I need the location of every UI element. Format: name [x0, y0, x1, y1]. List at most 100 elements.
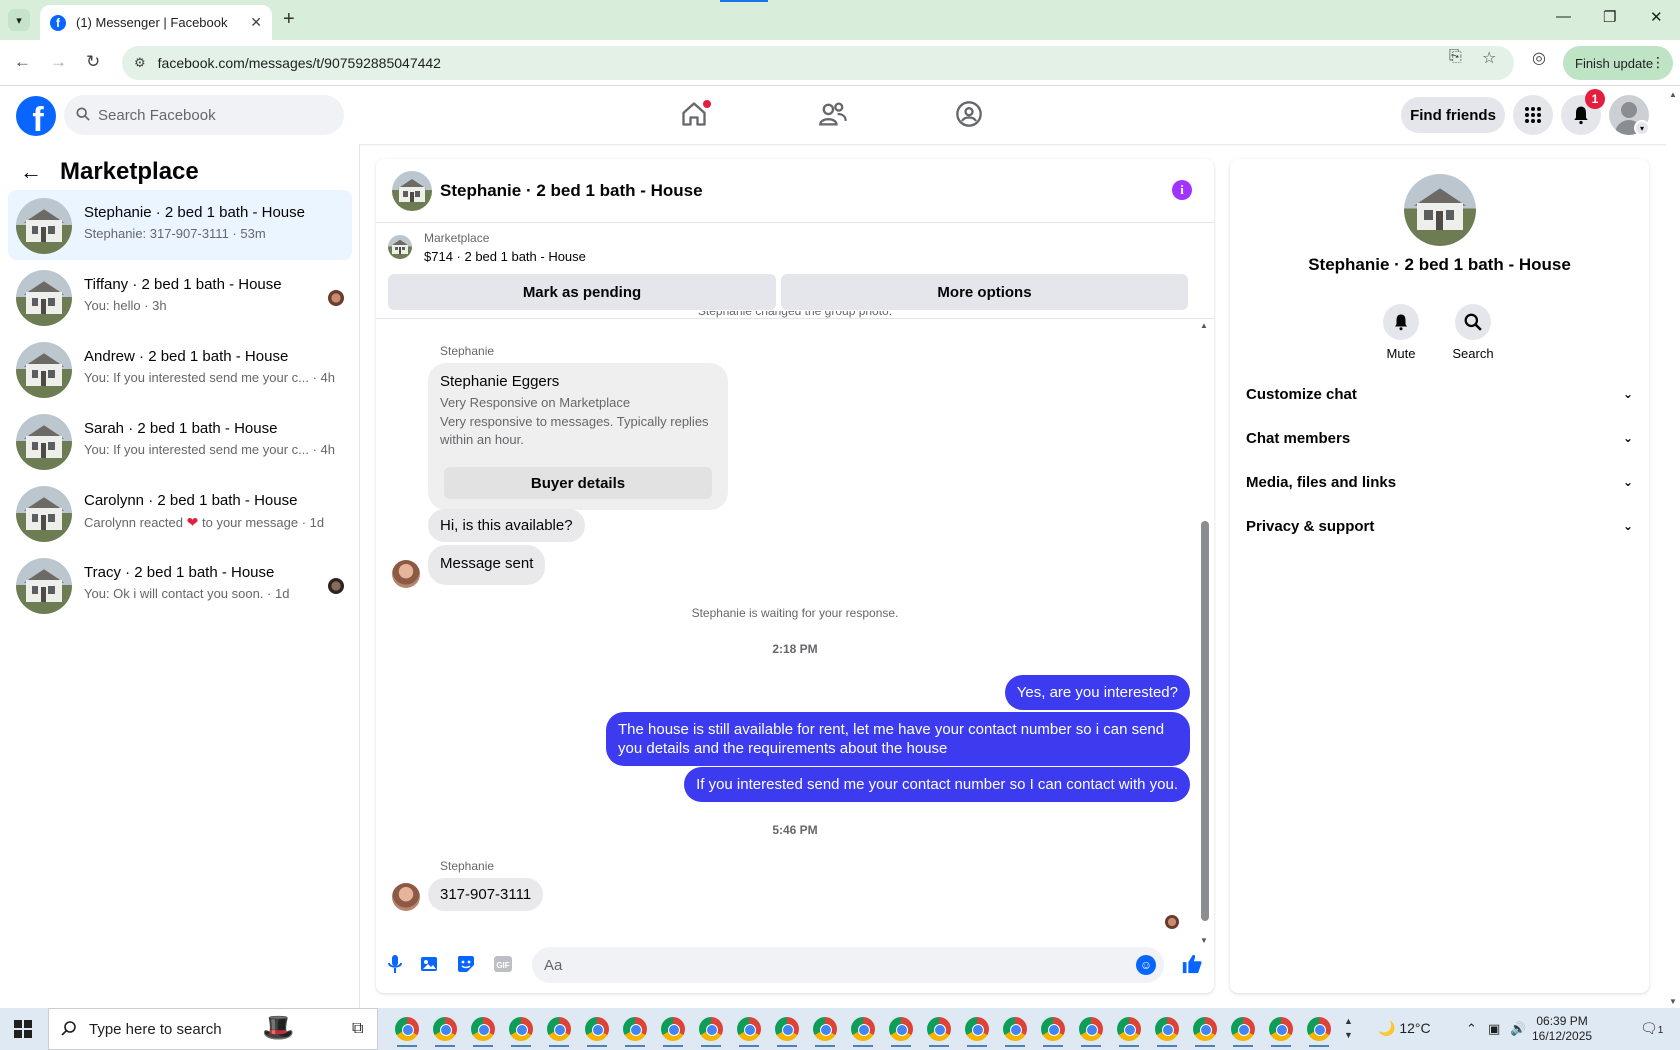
outgoing-message[interactable]: If you interested send me your contact n… [684, 767, 1190, 802]
chrome-taskbar-icon[interactable] [623, 1017, 647, 1047]
groups-icon[interactable] [955, 100, 985, 130]
browser-tab-active[interactable]: f (1) Messenger | Facebook ✕ [40, 5, 272, 40]
finish-update-button[interactable]: Finish update ⋮ [1563, 46, 1673, 80]
microphone-icon[interactable] [384, 953, 406, 975]
sticker-icon[interactable] [455, 953, 477, 975]
conversation-title[interactable]: Stephanie · 2 bed 1 bath - House [440, 181, 703, 201]
volume-icon[interactable]: 🔊 [1510, 1021, 1526, 1037]
chrome-taskbar-icon[interactable] [1117, 1017, 1141, 1047]
chrome-taskbar-icon[interactable] [1269, 1017, 1293, 1047]
info-icon[interactable]: i [1172, 180, 1192, 200]
chrome-taskbar-icon[interactable] [775, 1017, 799, 1047]
emoji-icon[interactable]: ☺ [1136, 955, 1156, 975]
chrome-taskbar-icon[interactable] [395, 1017, 419, 1047]
windows-start-icon[interactable] [14, 1020, 32, 1038]
bookmark-star-icon[interactable]: ☆ [1482, 48, 1496, 68]
search-in-conversation-button[interactable]: Search [1443, 304, 1503, 361]
outgoing-message[interactable]: The house is still available for rent, l… [606, 712, 1190, 766]
menu-grid-button[interactable] [1513, 95, 1553, 135]
media-files-links-row[interactable]: Media, files and links ⌄ [1246, 460, 1633, 504]
chrome-taskbar-icon[interactable] [813, 1017, 837, 1047]
system-clock[interactable]: 06:39 PM 16/12/2025 [1532, 1014, 1592, 1044]
chat-list-item[interactable]: Tiffany · 2 bed 1 bath - House You: hell… [8, 262, 352, 332]
new-tab-button[interactable]: + [283, 8, 295, 31]
find-friends-button[interactable]: Find friends [1401, 97, 1505, 133]
listing-price[interactable]: $714 · 2 bed 1 bath - House [424, 249, 586, 264]
back-arrow-icon[interactable]: ← [20, 159, 42, 185]
scroll-up-icon[interactable]: ▲ [1200, 321, 1208, 330]
chat-list-item[interactable]: Stephanie · 2 bed 1 bath - House Stephan… [8, 190, 352, 260]
chrome-taskbar-icon[interactable] [1307, 1017, 1331, 1047]
outgoing-message[interactable]: Yes, are you interested? [1004, 675, 1190, 710]
chrome-taskbar-icon[interactable] [1079, 1017, 1103, 1047]
tray-overflow-icon[interactable]: ⌃ [1466, 1021, 1477, 1037]
chrome-taskbar-icon[interactable] [965, 1017, 989, 1047]
install-app-icon[interactable]: ⎘ [1449, 48, 1462, 66]
facebook-search-input[interactable] [98, 106, 318, 124]
mark-as-pending-button[interactable]: Mark as pending [388, 274, 776, 310]
chrome-taskbar-icon[interactable] [1231, 1017, 1255, 1047]
chrome-taskbar-icon[interactable] [737, 1017, 761, 1047]
forward-button[interactable]: → [50, 52, 67, 72]
tab-search-button[interactable]: ▾ [8, 9, 30, 31]
facebook-logo-icon[interactable]: f [16, 96, 56, 136]
chrome-taskbar-icon[interactable] [433, 1017, 457, 1047]
chrome-taskbar-icon[interactable] [661, 1017, 685, 1047]
conversation-scrollbar[interactable]: ▲ ▼ [1199, 321, 1211, 945]
profile-icon[interactable]: ◎ [1532, 48, 1546, 68]
chat-list-item[interactable]: Tracy · 2 bed 1 bath - House You: Ok i w… [8, 550, 352, 620]
conversation-house-thumbnail[interactable] [392, 171, 432, 211]
facebook-search[interactable] [64, 95, 344, 135]
action-center-icon[interactable]: 🗨1 [1640, 1020, 1663, 1037]
chevron-down-icon[interactable]: ▾ [1634, 120, 1650, 136]
gif-icon[interactable]: GIF [492, 953, 514, 975]
chat-list-item[interactable]: Carolynn · 2 bed 1 bath - House Carolynn… [8, 478, 352, 548]
chrome-taskbar-icon[interactable] [889, 1017, 913, 1047]
scroll-up-icon[interactable]: ▲ [1669, 90, 1677, 99]
kebab-menu-icon[interactable]: ⋮ [1651, 54, 1665, 71]
back-button[interactable]: ← [14, 52, 31, 72]
page-scrollbar[interactable]: ▲ ▼ [1666, 86, 1680, 1008]
taskbar-scroll-chevrons[interactable]: ▲ ▼ [1344, 1014, 1353, 1042]
site-info-icon[interactable]: ⚙ [134, 55, 146, 71]
photo-icon[interactable] [419, 953, 441, 975]
reload-button[interactable]: ↻ [86, 52, 100, 72]
restore-button[interactable]: ❐ [1603, 8, 1616, 26]
task-view-icon[interactable]: ⧉ [352, 1020, 363, 1038]
chrome-taskbar-icon[interactable] [1041, 1017, 1065, 1047]
incoming-message[interactable]: Hi, is this available? [428, 509, 585, 542]
tab-close-icon[interactable]: ✕ [250, 14, 262, 31]
chrome-taskbar-icon[interactable] [585, 1017, 609, 1047]
chat-list-item[interactable]: Sarah · 2 bed 1 bath - House You: If you… [8, 406, 352, 476]
chrome-taskbar-icon[interactable] [1193, 1017, 1217, 1047]
weather-widget[interactable]: 🌙 12°C [1378, 1020, 1431, 1037]
thumbs-up-icon[interactable] [1181, 953, 1203, 975]
sender-avatar[interactable] [392, 560, 420, 588]
more-options-button[interactable]: More options [781, 274, 1188, 310]
scrollbar-thumb[interactable] [1201, 521, 1209, 921]
close-window-button[interactable]: ✕ [1650, 8, 1663, 26]
chrome-taskbar-icon[interactable] [1155, 1017, 1179, 1047]
privacy-support-row[interactable]: Privacy & support ⌄ [1246, 504, 1633, 548]
message-input-box[interactable]: ☺ [532, 947, 1164, 983]
minimize-button[interactable]: — [1556, 8, 1571, 25]
address-bar[interactable]: ⚙ facebook.com/messages/t/90759288504744… [122, 46, 1514, 80]
incoming-message[interactable]: Message sent [428, 545, 546, 585]
sender-avatar[interactable] [392, 883, 420, 911]
message-input[interactable] [544, 956, 1104, 974]
chrome-taskbar-icon[interactable] [1003, 1017, 1027, 1047]
friends-icon[interactable] [818, 100, 848, 130]
taskbar-search[interactable]: Type here to search [48, 1008, 378, 1050]
chrome-taskbar-icon[interactable] [509, 1017, 533, 1047]
listing-thumbnail[interactable] [388, 235, 412, 259]
info-house-thumbnail[interactable] [1404, 174, 1476, 246]
chrome-taskbar-icon[interactable] [699, 1017, 723, 1047]
chat-list-item[interactable]: Andrew · 2 bed 1 bath - House You: If yo… [8, 334, 352, 404]
mute-button[interactable]: Mute [1371, 304, 1431, 361]
chrome-taskbar-icon[interactable] [851, 1017, 875, 1047]
chrome-taskbar-icon[interactable] [547, 1017, 571, 1047]
buyer-details-button[interactable]: Buyer details [444, 467, 712, 499]
incoming-message[interactable]: 317-907-3111 [428, 878, 544, 911]
chrome-taskbar-icon[interactable] [927, 1017, 951, 1047]
chrome-taskbar-icon[interactable] [471, 1017, 495, 1047]
